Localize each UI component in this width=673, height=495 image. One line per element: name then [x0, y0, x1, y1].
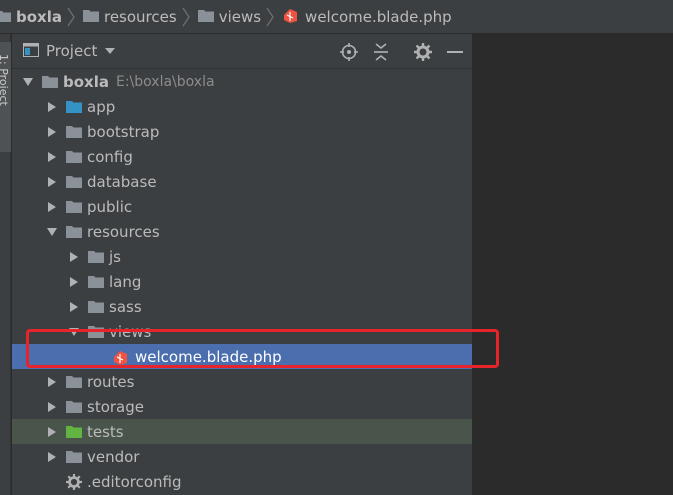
- tree-row-js[interactable]: js: [12, 244, 472, 269]
- collapse-icon[interactable]: [371, 42, 391, 62]
- locate-icon[interactable]: [339, 42, 359, 62]
- expand-down-arrow-icon[interactable]: [68, 326, 80, 338]
- project-panel-header: Project: [12, 34, 472, 69]
- expand-down-arrow-icon[interactable]: [22, 76, 34, 88]
- tree-row-tests[interactable]: tests: [12, 419, 472, 444]
- folder-icon: [66, 375, 82, 388]
- folder-icon: [88, 300, 104, 313]
- folder-green-icon: [66, 425, 82, 438]
- breadcrumb-label: views: [218, 7, 262, 26]
- folder-icon: [197, 8, 214, 26]
- laravel-blade-icon: [112, 348, 130, 366]
- tree-row-views[interactable]: views: [12, 319, 472, 344]
- tree-row-label: bootstrap: [87, 122, 160, 141]
- folder-icon: [82, 8, 99, 26]
- folder-icon: [66, 125, 82, 138]
- tree-row-label: welcome.blade.php: [135, 347, 282, 366]
- tree-row-label: js: [109, 247, 121, 266]
- folder-icon: [66, 225, 82, 238]
- breadcrumb-separator-icon: [67, 7, 75, 26]
- tree-row-label: database: [87, 172, 157, 191]
- breadcrumb-label: welcome.blade.php: [305, 7, 452, 26]
- expand-right-arrow-icon[interactable]: [46, 201, 58, 213]
- tree-row-bootstrap[interactable]: bootstrap: [12, 119, 472, 144]
- breadcrumb-item-resources[interactable]: resources: [81, 0, 177, 34]
- project-tool-tab[interactable]: 1: Project: [0, 42, 11, 152]
- project-panel-title[interactable]: Project: [46, 42, 97, 60]
- expand-right-arrow-icon[interactable]: [68, 251, 80, 263]
- project-tool-tab-label: 1: Project: [0, 54, 10, 106]
- breadcrumb-separator-icon: [266, 7, 274, 26]
- tree-row-vendor[interactable]: vendor: [12, 444, 472, 469]
- folder-icon: [66, 450, 82, 463]
- tree-row-label: boxla: [63, 72, 109, 91]
- breadcrumb-label: resources: [103, 7, 177, 26]
- minimize-icon[interactable]: [445, 42, 465, 62]
- tree-row-storage[interactable]: storage: [12, 394, 472, 419]
- expand-right-arrow-icon[interactable]: [46, 451, 58, 463]
- breadcrumb-item-views[interactable]: views: [196, 0, 261, 34]
- tree-row-label: resources: [87, 222, 160, 241]
- tree-row-label: app: [87, 97, 116, 116]
- tree-row-label: public: [87, 197, 133, 216]
- project-path-label: E:\boxla\boxla: [115, 73, 215, 90]
- expand-right-arrow-icon[interactable]: [68, 276, 80, 288]
- project-panel: Project boxla E:\boxla\boxla app bootstrap c…: [12, 34, 472, 495]
- tree-row-sass[interactable]: sass: [12, 294, 472, 319]
- tree-row-label: vendor: [87, 447, 140, 466]
- folder-blue-icon: [66, 100, 82, 113]
- expand-right-arrow-icon[interactable]: [46, 426, 58, 438]
- tree-row-editorconfig[interactable]: .editorconfig: [12, 469, 472, 494]
- gear-icon[interactable]: [413, 42, 433, 62]
- tree-row-label: views: [109, 322, 152, 341]
- expand-right-arrow-icon[interactable]: [46, 376, 58, 388]
- tree-row-public[interactable]: public: [12, 194, 472, 219]
- tree-row-resources[interactable]: resources: [12, 219, 472, 244]
- tree-row-database[interactable]: database: [12, 169, 472, 194]
- tree-row-label: lang: [109, 272, 142, 291]
- tree-row-label: config: [87, 147, 133, 166]
- folder-icon: [66, 150, 82, 163]
- expand-right-arrow-icon[interactable]: [46, 151, 58, 163]
- expand-right-arrow-icon[interactable]: [46, 101, 58, 113]
- tree-row-label: sass: [109, 297, 142, 316]
- tree-row-routes[interactable]: routes: [12, 369, 472, 394]
- expand-right-arrow-icon[interactable]: [68, 301, 80, 313]
- tree-row-app[interactable]: app: [12, 94, 472, 119]
- folder-icon: [42, 75, 58, 88]
- folder-icon: [66, 400, 82, 413]
- tree-row-lang[interactable]: lang: [12, 269, 472, 294]
- tree-row-label: tests: [87, 422, 124, 441]
- editor-area[interactable]: [472, 34, 673, 495]
- tree-row-config[interactable]: config: [12, 144, 472, 169]
- tree-row-label: routes: [87, 372, 135, 391]
- laravel-blade-icon: [282, 6, 300, 28]
- folder-icon: [0, 8, 11, 26]
- breadcrumb-separator-icon: [182, 7, 190, 26]
- folder-icon: [88, 325, 104, 338]
- breadcrumb-item-boxla[interactable]: boxla: [0, 0, 62, 34]
- gear-file-icon: [66, 473, 82, 490]
- expand-right-arrow-icon[interactable]: [46, 126, 58, 138]
- tool-window-strip: 1: Project: [0, 34, 11, 495]
- tree-row-label: storage: [87, 397, 144, 416]
- tree-row-boxla[interactable]: boxla E:\boxla\boxla: [12, 69, 472, 94]
- folder-icon: [66, 200, 82, 213]
- tree-row-welcome-blade-php[interactable]: welcome.blade.php: [12, 344, 472, 369]
- breadcrumb-item-welcome-blade[interactable]: welcome.blade.php: [280, 0, 452, 34]
- expand-down-arrow-icon[interactable]: [46, 226, 58, 238]
- expand-right-arrow-icon[interactable]: [46, 176, 58, 188]
- folder-icon: [88, 250, 104, 263]
- chevron-down-icon[interactable]: [105, 48, 116, 54]
- navigation-breadcrumb: boxla resources views welcome.blade.php: [0, 0, 673, 34]
- breadcrumb-label: boxla: [16, 7, 62, 26]
- folder-icon: [66, 175, 82, 188]
- expand-right-arrow-icon[interactable]: [46, 401, 58, 413]
- folder-icon: [88, 275, 104, 288]
- project-view-icon: [23, 42, 39, 61]
- tree-row-label: .editorconfig: [87, 472, 182, 491]
